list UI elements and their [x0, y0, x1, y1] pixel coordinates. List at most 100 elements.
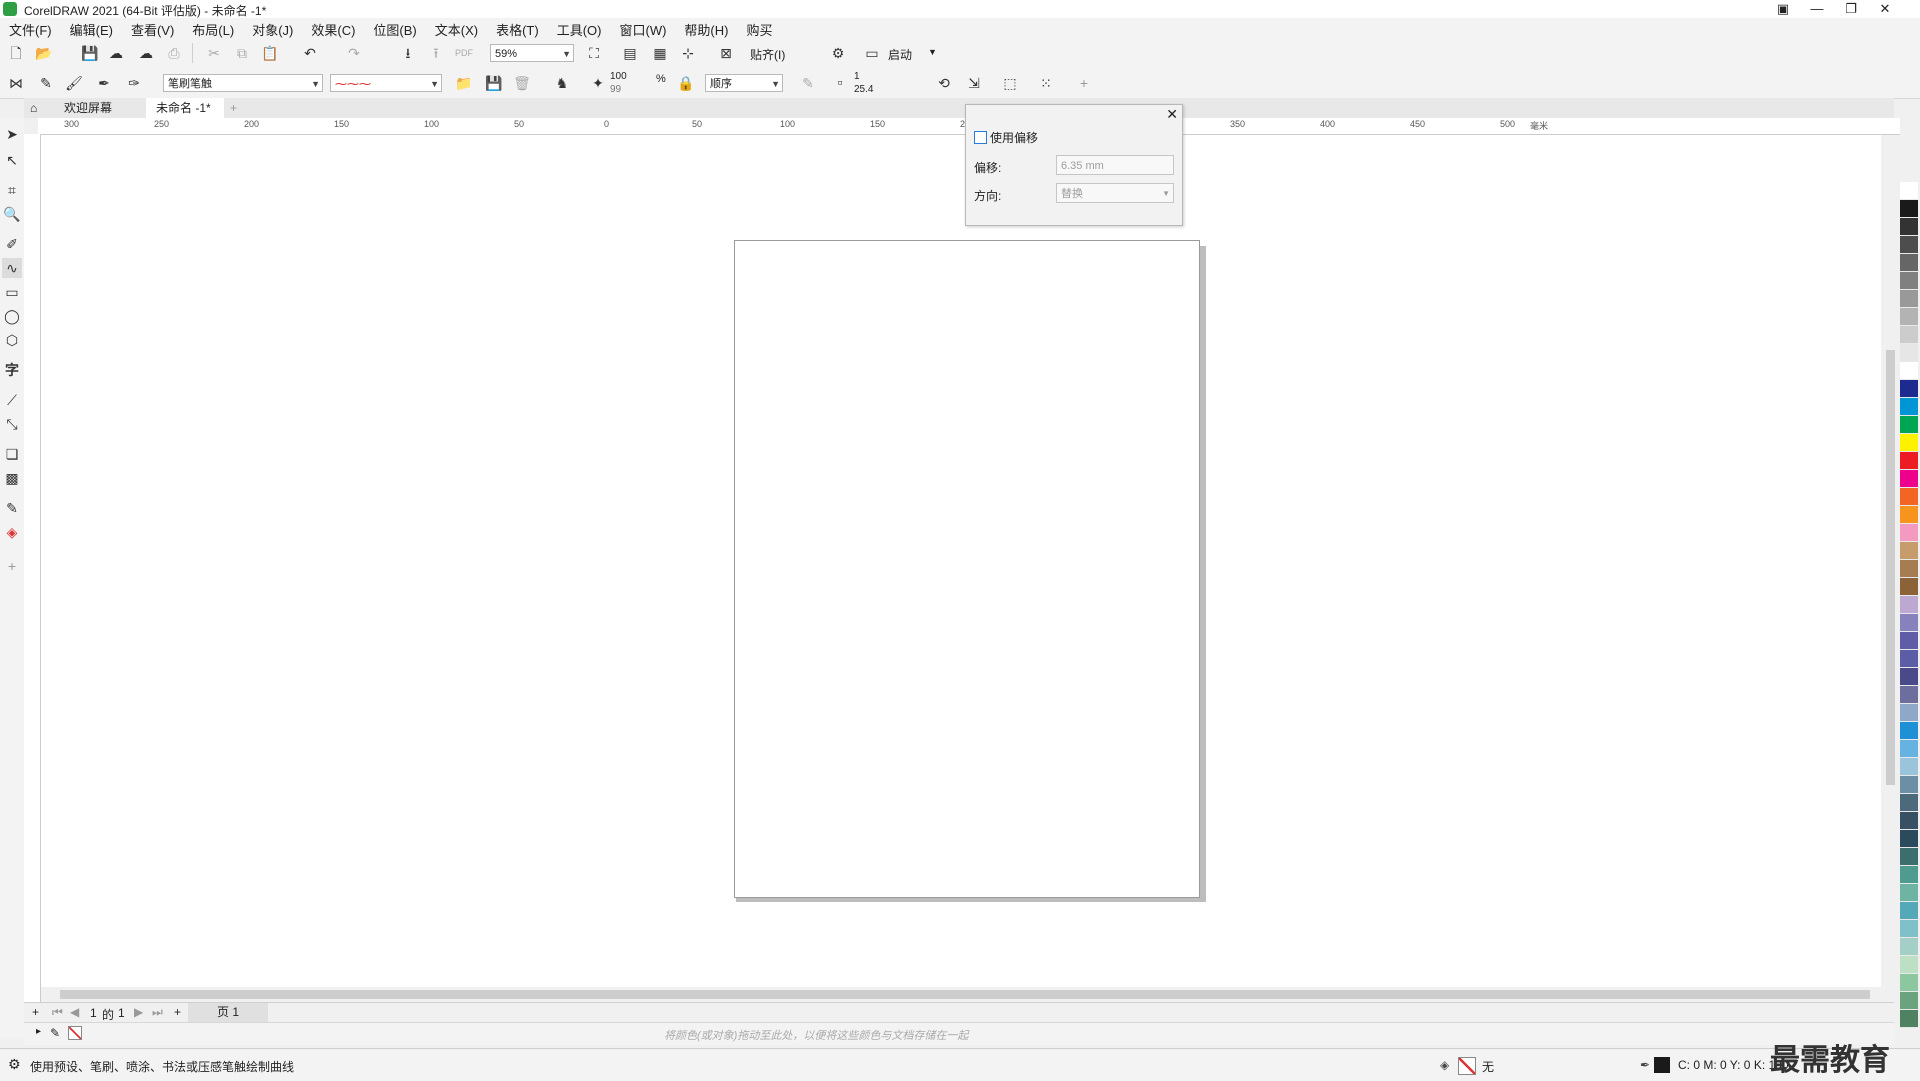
color-swatch[interactable]	[1900, 452, 1918, 470]
guidelines-icon[interactable]: ⊹	[678, 43, 698, 63]
open-icon[interactable]: 📂	[34, 43, 54, 63]
color-swatch[interactable]	[1900, 416, 1918, 434]
color-swatch[interactable]	[1900, 560, 1918, 578]
color-swatch[interactable]	[1900, 668, 1918, 686]
preset-mode-icon[interactable]: ✎	[36, 73, 56, 93]
cloud-download-icon[interactable]: ☁	[106, 43, 126, 63]
color-swatch[interactable]	[1900, 290, 1918, 308]
color-swatch[interactable]	[1900, 812, 1918, 830]
ellipse-tool-icon[interactable]: ◯	[2, 306, 22, 326]
color-swatch[interactable]	[1900, 650, 1918, 668]
color-swatch[interactable]	[1900, 596, 1918, 614]
offset-options-icon[interactable]: ♞	[552, 73, 572, 93]
eyedropper-icon[interactable]: ✎	[50, 1026, 60, 1040]
color-swatch[interactable]	[1900, 506, 1918, 524]
pdf-icon[interactable]: PDF	[454, 43, 474, 63]
launch-dropdown[interactable]: 启动	[888, 46, 912, 63]
color-swatch[interactable]	[1900, 1010, 1918, 1028]
color-swatch[interactable]	[1900, 956, 1918, 974]
tab-welcome-screen[interactable]: 欢迎屏幕	[54, 98, 122, 118]
close-popup-icon[interactable]: ✕	[1166, 106, 1178, 123]
drawing-page[interactable]	[734, 240, 1200, 898]
print-icon[interactable]: ⎙	[164, 43, 184, 63]
color-swatch[interactable]	[1900, 974, 1918, 992]
outline-color-swatch[interactable]	[1654, 1057, 1670, 1073]
zoom-tool-icon[interactable]: 🔍	[2, 204, 22, 224]
copy-icon[interactable]: ⧉	[232, 43, 252, 63]
feedback-icon[interactable]: ▣	[1766, 0, 1800, 18]
color-swatch[interactable]	[1900, 308, 1918, 326]
polygon-tool-icon[interactable]: ⬡	[2, 330, 22, 350]
color-swatch[interactable]	[1900, 236, 1918, 254]
order-select[interactable]: 顺序 ▼	[705, 74, 783, 92]
text-tool-icon[interactable]: 字	[2, 360, 22, 380]
snap-to-dropdown[interactable]: 贴齐(I)	[750, 46, 785, 63]
interactive-fill-tool-icon[interactable]: ◈	[2, 522, 22, 542]
new-tab-icon[interactable]: +	[220, 98, 247, 118]
pressure-value[interactable]: 99	[610, 84, 621, 95]
color-swatch[interactable]	[1900, 884, 1918, 902]
color-swatch[interactable]	[1900, 992, 1918, 1010]
horizontal-scroll-thumb[interactable]	[60, 990, 1870, 999]
color-swatch[interactable]	[1900, 830, 1918, 848]
brush-stroke-select[interactable]: ⁓⁓⁓ ▼	[330, 74, 442, 92]
undo-icon[interactable]: ↶	[300, 43, 320, 63]
color-swatch[interactable]	[1900, 488, 1918, 506]
last-page-icon[interactable]: ⏭	[152, 1005, 163, 1020]
offset-input[interactable]: 6.35 mm	[1056, 155, 1174, 175]
color-swatch[interactable]	[1900, 470, 1918, 488]
smoothing-value[interactable]: 100	[610, 71, 627, 82]
expand-arrow-icon[interactable]: ▸	[36, 1026, 41, 1037]
restore-button[interactable]: ❐	[1834, 0, 1868, 18]
freehand-tool-icon[interactable]: ✐	[2, 234, 22, 254]
color-swatch[interactable]	[1900, 254, 1918, 272]
pick-tool-icon[interactable]: ➤	[2, 124, 22, 144]
color-swatch[interactable]	[1900, 722, 1918, 740]
eyedropper-tool-icon[interactable]: ✎	[2, 498, 22, 518]
shape-tool-icon[interactable]: ↖	[2, 150, 22, 170]
cloud-upload-icon[interactable]: ☁	[136, 43, 156, 63]
sprayer-mode-icon[interactable]: ✒	[94, 73, 114, 93]
delete-icon[interactable]: 🗑	[512, 73, 532, 93]
color-swatch[interactable]	[1900, 848, 1918, 866]
rulers-icon[interactable]: ▤	[620, 43, 640, 63]
color-swatch[interactable]	[1900, 542, 1918, 560]
artistic-media-tool-icon[interactable]: ∿	[2, 258, 22, 278]
save-icon[interactable]: 💾	[80, 43, 100, 63]
color-swatch[interactable]	[1900, 704, 1918, 722]
add-page-after-icon[interactable]: +	[174, 1005, 181, 1019]
color-swatch[interactable]	[1900, 776, 1918, 794]
tab-untitled-document[interactable]: 未命名 -1*	[146, 98, 224, 118]
color-swatch[interactable]	[1900, 182, 1918, 200]
transparency-tool-icon[interactable]: ▩	[2, 468, 22, 488]
color-swatch[interactable]	[1900, 686, 1918, 704]
color-swatch[interactable]	[1900, 614, 1918, 632]
grid-icon[interactable]: ▦	[650, 43, 670, 63]
color-swatch[interactable]	[1900, 326, 1918, 344]
stroke-count-value[interactable]: 1	[854, 71, 860, 82]
page-tab[interactable]: 页 1	[188, 1003, 268, 1022]
pressure-curve-icon[interactable]: ✎	[798, 73, 818, 93]
color-swatch[interactable]	[1900, 362, 1918, 380]
close-window-button[interactable]: ✕	[1868, 0, 1902, 18]
color-swatch[interactable]	[1900, 758, 1918, 776]
color-swatch[interactable]	[1900, 794, 1918, 812]
launch-icon[interactable]: ▭	[862, 43, 882, 63]
settings-gear-icon[interactable]: ⚙	[8, 1056, 21, 1073]
color-swatch[interactable]	[1900, 632, 1918, 650]
direction-select[interactable]: 替换 ▼	[1056, 183, 1174, 203]
redo-icon[interactable]: ↷	[344, 43, 364, 63]
color-swatch[interactable]	[1900, 938, 1918, 956]
color-swatch[interactable]	[1900, 272, 1918, 290]
stroke-width-value[interactable]: 25.4	[854, 84, 873, 95]
color-swatch[interactable]	[1900, 902, 1918, 920]
color-swatch[interactable]	[1900, 380, 1918, 398]
first-page-icon[interactable]: ⏮	[52, 1005, 63, 1020]
offset-icon[interactable]: ⇲	[964, 73, 984, 93]
rectangle-tool-icon[interactable]: ▭	[2, 282, 22, 302]
brush-mode-icon[interactable]: 🖌	[64, 73, 84, 93]
no-color-swatch[interactable]	[68, 1026, 82, 1040]
rotate-icon[interactable]: ⟲	[934, 73, 954, 93]
save-stroke-icon[interactable]: 💾	[484, 73, 504, 93]
color-swatch[interactable]	[1900, 200, 1918, 218]
